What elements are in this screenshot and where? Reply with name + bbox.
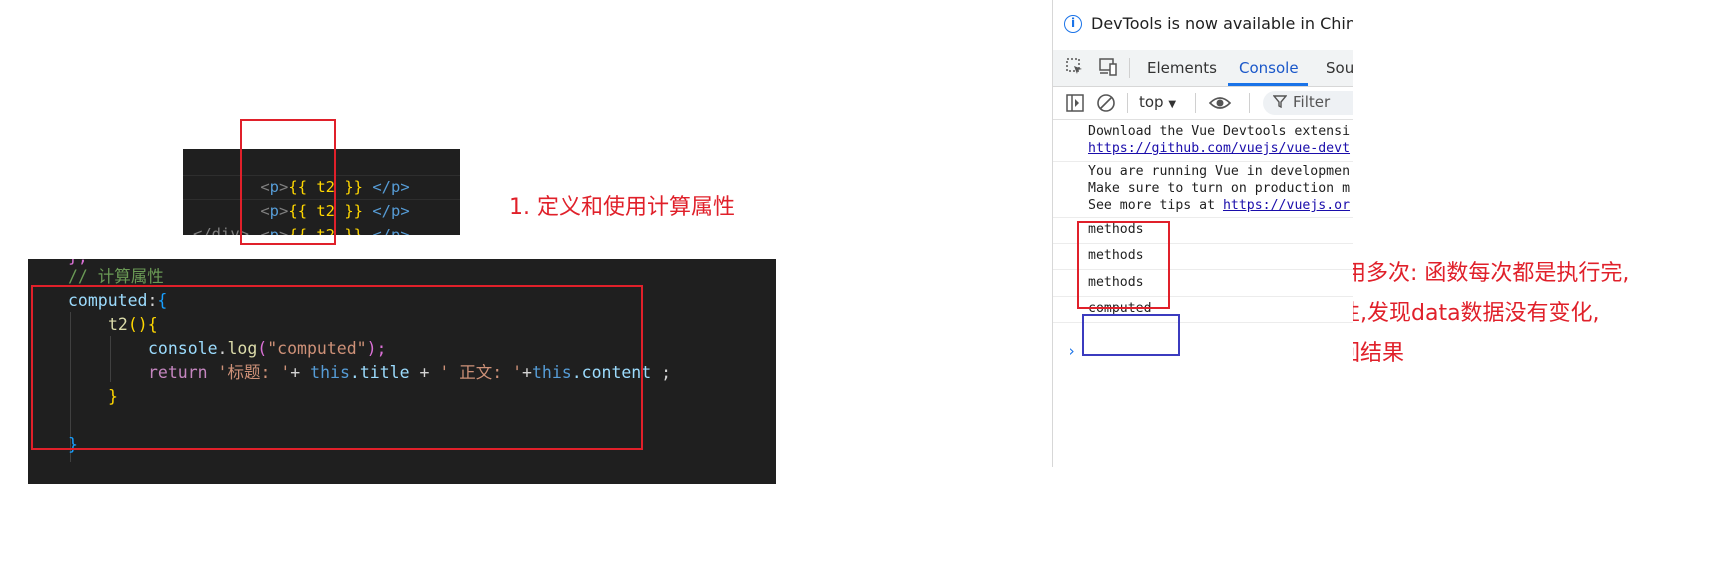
vue-tips-link[interactable]: https://vuejs.or bbox=[1223, 198, 1350, 213]
console-prompt-chevron-icon[interactable]: › bbox=[1067, 342, 1076, 360]
devtools-language-notice: i DevTools is now available in Chinese bbox=[1053, 0, 1353, 50]
sidebar-toggle-icon[interactable] bbox=[1065, 93, 1085, 118]
info-icon: i bbox=[1064, 15, 1082, 33]
inspect-element-icon[interactable] bbox=[1065, 57, 1085, 82]
console-toolbar: top ▼ Filter bbox=[1053, 87, 1353, 120]
console-message: Make sure to turn on production m bbox=[1088, 181, 1351, 196]
tab-console[interactable]: Console bbox=[1239, 59, 1299, 77]
console-link[interactable]: https://github.com/vuejs/vue-devt bbox=[1088, 140, 1350, 158]
filter-placeholder: Filter bbox=[1293, 93, 1331, 111]
console-message: You are running Vue in developmen bbox=[1088, 164, 1351, 179]
filter-input[interactable]: Filter bbox=[1263, 91, 1353, 115]
highlight-box-computed-definition bbox=[31, 285, 643, 450]
active-tab-indicator bbox=[1228, 83, 1308, 86]
console-text: See more tips at bbox=[1088, 198, 1223, 213]
tab-sources[interactable]: Sour bbox=[1326, 59, 1353, 77]
annotation-label-1: 1. 定义和使用计算属性 bbox=[509, 195, 735, 220]
console-message: See more tips at https://vuejs.or bbox=[1088, 197, 1350, 215]
context-selector-label: top bbox=[1139, 93, 1164, 111]
clear-console-icon[interactable] bbox=[1096, 93, 1116, 118]
context-selector[interactable]: top ▼ bbox=[1139, 93, 1176, 111]
notice-text: DevTools is now available in Chinese bbox=[1091, 14, 1353, 33]
dropdown-arrow-icon: ▼ bbox=[1168, 99, 1177, 110]
semicolon: ; bbox=[651, 363, 672, 382]
highlight-box-methods-logs bbox=[1077, 221, 1170, 309]
tab-elements[interactable]: Elements bbox=[1147, 59, 1217, 77]
live-expression-eye-icon[interactable] bbox=[1208, 93, 1232, 118]
vue-devtools-link[interactable]: https://github.com/vuejs/vue-devt bbox=[1088, 141, 1350, 156]
devtools-tab-bar: Elements Console Sour bbox=[1053, 50, 1353, 87]
console-message: Download the Vue Devtools extensi bbox=[1088, 124, 1351, 139]
device-toolbar-icon[interactable] bbox=[1097, 57, 1119, 82]
closing-tag: </p> bbox=[363, 225, 410, 236]
filter-icon bbox=[1272, 94, 1288, 112]
highlight-box-computed-log bbox=[1082, 314, 1180, 356]
highlight-box-t2-usage bbox=[240, 119, 336, 245]
